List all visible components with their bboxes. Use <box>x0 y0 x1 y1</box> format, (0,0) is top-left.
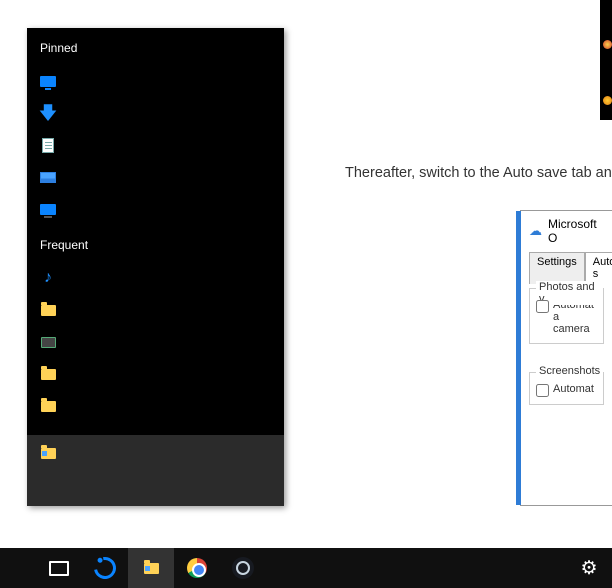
jumplist-item[interactable] <box>27 65 284 97</box>
folder-icon <box>40 366 56 382</box>
tab-auto-save[interactable]: Auto s <box>585 252 612 284</box>
chrome-button[interactable] <box>174 548 220 588</box>
checkbox-auto-screenshots[interactable]: Automat <box>536 383 597 396</box>
pictures-icon <box>40 169 56 185</box>
edge-icon <box>90 553 121 584</box>
checkbox-auto-screenshots-label: Automat <box>553 383 594 395</box>
jumplist-item[interactable] <box>27 294 284 326</box>
checkbox-auto-photos-input[interactable] <box>536 300 549 313</box>
this-pc-icon <box>40 201 56 217</box>
edge-button[interactable] <box>82 548 128 588</box>
group-screenshots-title: Screenshots <box>536 365 603 377</box>
document-icon <box>40 137 56 153</box>
task-view-icon <box>49 561 69 576</box>
jumplist-footer[interactable] <box>27 435 284 506</box>
tray-icon[interactable] <box>603 96 612 105</box>
onedrive-dialog: ☁ Microsoft O Settings Auto s Photos and… <box>520 210 612 506</box>
jumplist-item[interactable] <box>27 358 284 390</box>
dialog-tabs: Settings Auto s <box>521 251 612 283</box>
jumplist-item[interactable] <box>27 129 284 161</box>
group-screenshots: Screenshots Automat <box>529 372 604 405</box>
music-icon: ♪ <box>40 270 56 286</box>
jumplist-item[interactable]: 🡇 <box>27 97 284 129</box>
dialog-title: Microsoft O <box>548 217 604 245</box>
dialog-title-bar: ☁ Microsoft O <box>521 211 612 251</box>
checkbox-auto-screenshots-input[interactable] <box>536 384 549 397</box>
dark-folder-icon <box>40 334 56 350</box>
jumplist-item[interactable]: ♪ <box>27 262 284 294</box>
jumplist-body: Pinned 🡇 Frequent ♪ <box>27 28 284 435</box>
file-explorer-button[interactable] <box>128 548 174 588</box>
taskbar-left <box>36 548 266 588</box>
jumplist-section-frequent: Frequent <box>27 225 284 262</box>
tab-body: Photos and v Automat a camera Screenshot… <box>529 283 604 405</box>
file-explorer-jumplist: Pinned 🡇 Frequent ♪ <box>27 28 284 506</box>
file-explorer-icon <box>143 560 159 576</box>
folder-icon <box>40 398 56 414</box>
download-arrow-icon: 🡇 <box>40 105 56 121</box>
jumplist-item[interactable] <box>27 326 284 358</box>
file-explorer-icon <box>40 445 56 461</box>
chrome-icon <box>187 558 207 578</box>
taskbar-right: ⚙ <box>566 548 612 588</box>
tray-icon[interactable] <box>603 40 612 49</box>
folder-icon <box>40 302 56 318</box>
article-paragraph: Thereafter, switch to the Auto save tab … <box>345 165 612 181</box>
steam-icon <box>232 557 254 579</box>
jumplist-section-pinned: Pinned <box>27 28 284 65</box>
task-view-button[interactable] <box>36 548 82 588</box>
desktop-icon <box>40 73 56 89</box>
jumplist-item[interactable] <box>27 390 284 422</box>
steam-button[interactable] <box>220 548 266 588</box>
tab-settings[interactable]: Settings <box>529 252 585 284</box>
gear-icon: ⚙ <box>580 557 597 580</box>
taskbar: ⚙ <box>0 548 612 588</box>
jumplist-item[interactable] <box>27 193 284 225</box>
group-photos: Photos and v Automat a camera <box>529 288 604 344</box>
viewport: Thereafter, switch to the Auto save tab … <box>0 0 612 588</box>
right-edge-panel <box>600 0 612 120</box>
jumplist-item[interactable] <box>27 161 284 193</box>
settings-button[interactable]: ⚙ <box>566 548 612 588</box>
dialog-accent <box>516 211 521 505</box>
onedrive-cloud-icon: ☁ <box>529 223 542 239</box>
